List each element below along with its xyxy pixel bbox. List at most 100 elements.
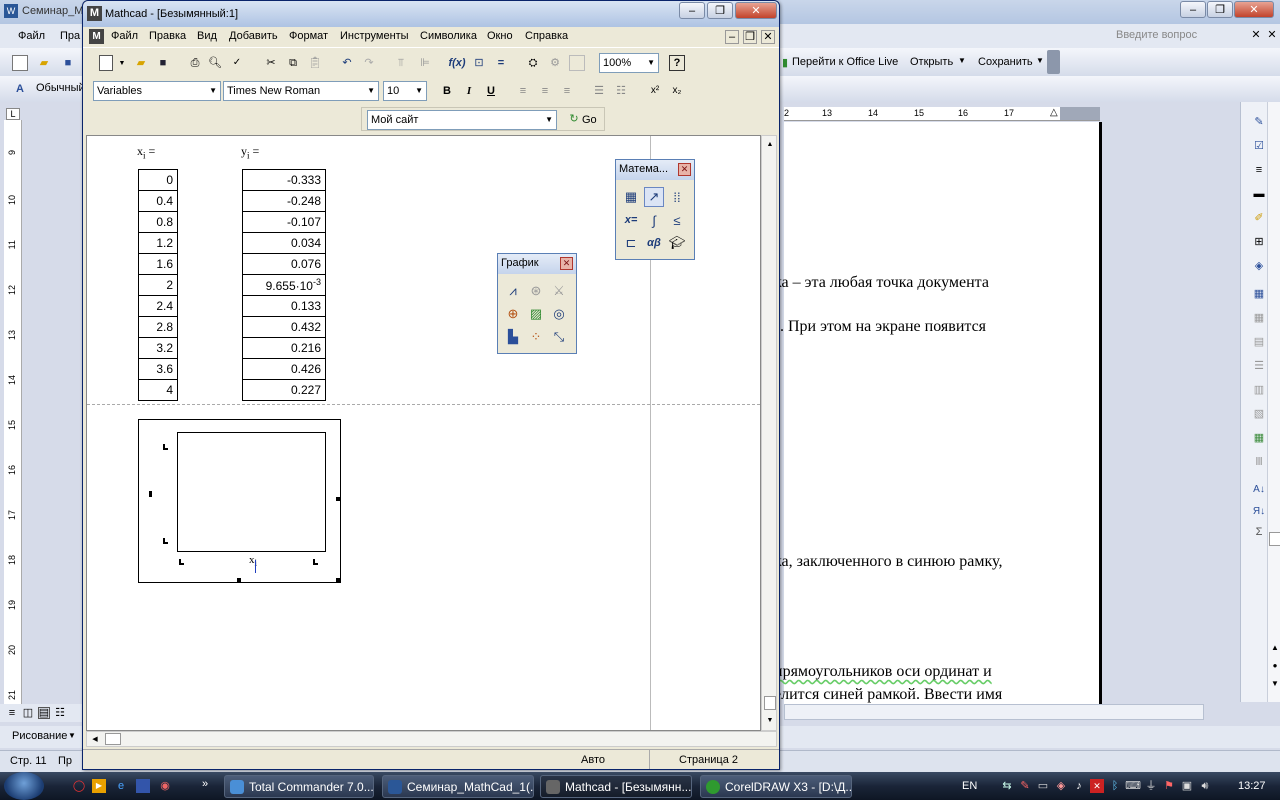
y-cell[interactable]: 0.432	[242, 316, 326, 338]
graph-palette-header[interactable]: График ✕	[498, 254, 576, 274]
bar-plot-icon[interactable]: ▙	[503, 327, 523, 347]
table-icon[interactable]: ▦	[1251, 286, 1267, 302]
tray-monitor-icon[interactable]: ▭	[1036, 779, 1050, 793]
underline-icon[interactable]: U	[483, 83, 499, 99]
scroll-up-icon[interactable]: ▲	[764, 138, 776, 150]
tray-sound-icon[interactable]: ♪	[1072, 779, 1086, 793]
word-close-button[interactable]: ✕	[1234, 1, 1274, 18]
y-axis-label-placeholder[interactable]	[149, 491, 152, 497]
spell-check-icon[interactable]: ✓	[229, 55, 245, 71]
sort-desc-icon[interactable]: Я↓	[1251, 504, 1267, 520]
x-eval-label[interactable]: xi =	[137, 144, 155, 160]
y-values-table[interactable]: -0.333 -0.248 -0.107 0.034 0.076 9.655·10-3 0.…	[242, 169, 326, 401]
y-min-placeholder[interactable]	[163, 538, 168, 544]
tray-keyboard-icon[interactable]: ⌨	[1125, 779, 1141, 793]
undo-icon[interactable]: ↶	[339, 55, 355, 71]
x-cell[interactable]: 0	[138, 169, 178, 191]
xy-plot-icon[interactable]: ⩘	[503, 281, 523, 301]
save-dropdown-icon[interactable]: ▼	[1036, 56, 1044, 65]
redo-icon[interactable]: ↷	[361, 55, 377, 71]
x-cell[interactable]: 2.4	[138, 295, 178, 317]
y-max-placeholder[interactable]	[163, 444, 168, 450]
word-vertical-scrollbar[interactable]: ▲ ● ▼	[1267, 102, 1280, 702]
evaluation-toolbar-icon[interactable]: x=	[621, 210, 641, 230]
calculus-toolbar-icon[interactable]: ∫	[644, 210, 664, 230]
insert-rows-icon[interactable]: ☰	[1251, 358, 1267, 374]
clock[interactable]: 13:27	[1238, 780, 1266, 792]
x-min-placeholder[interactable]	[179, 559, 184, 565]
superscript-icon[interactable]: x²	[647, 83, 663, 99]
fill-color-icon[interactable]: ◈	[1251, 258, 1267, 274]
outline-view-icon[interactable]: ☷	[54, 707, 66, 719]
merge-icon[interactable]: ▥	[1251, 382, 1267, 398]
resource-icon[interactable]: ⚙	[547, 55, 563, 71]
word-menu-edit[interactable]: Пра	[60, 30, 80, 42]
insert-unit-icon[interactable]: ⊡	[471, 55, 487, 71]
drawing-dropdown-icon[interactable]: ▼	[68, 731, 76, 740]
web-view-icon[interactable]: ◫	[22, 707, 34, 719]
menu-tools[interactable]: Инструменты	[340, 30, 409, 42]
cut-icon[interactable]: ✂	[263, 55, 279, 71]
y-cell[interactable]: -0.107	[242, 211, 326, 233]
tray-network-icon[interactable]: ⇆	[1000, 779, 1014, 793]
new-dropdown-icon[interactable]: ▼	[117, 56, 127, 70]
table-style-icon[interactable]: ▦	[1251, 430, 1267, 446]
open-folder-icon[interactable]: ▰	[36, 55, 52, 71]
xy-plot-region[interactable]: xi	[138, 419, 341, 583]
x-values-table[interactable]: 0 0.4 0.8 1.2 1.6 2 2.4 2.8 3.2 3.6 4	[138, 169, 178, 401]
mc-close-button[interactable]: ✕	[735, 2, 777, 19]
scatter-plot-icon[interactable]: ⁘	[526, 327, 546, 347]
sort-asc-icon[interactable]: A↓	[1251, 482, 1267, 498]
calculator-toolbar-icon[interactable]: ▦	[621, 187, 641, 207]
y-cell[interactable]: 9.655·10-3	[242, 274, 326, 296]
right-indent-marker[interactable]: △	[1050, 107, 1058, 118]
x-cell[interactable]: 0.8	[138, 211, 178, 233]
menu-file[interactable]: Файл	[111, 30, 138, 42]
calculate-icon[interactable]: =	[493, 55, 509, 71]
menu-edit[interactable]: Правка	[149, 30, 186, 42]
y-cell[interactable]: 0.216	[242, 337, 326, 359]
checklist-icon[interactable]: ☑	[1251, 138, 1267, 154]
table2-icon[interactable]: ▦	[1251, 310, 1267, 326]
scroll-thumb[interactable]	[1269, 532, 1280, 546]
x-cell[interactable]: 3.2	[138, 337, 178, 359]
close-icon[interactable]: ✕	[560, 257, 573, 270]
borders-icon[interactable]: ⊞	[1251, 234, 1267, 250]
style-combo[interactable]: Обычный	[36, 82, 85, 94]
doc-icon[interactable]: M	[89, 29, 104, 44]
word-maximize-button[interactable]: ❐	[1207, 1, 1233, 18]
programming-toolbar-icon[interactable]: ⊏	[621, 233, 641, 253]
word-menu-file[interactable]: Файл	[18, 30, 45, 42]
close-icon[interactable]: ✕	[678, 163, 691, 176]
resize-handle-corner[interactable]	[336, 578, 340, 582]
menu-window[interactable]: Окно	[487, 30, 513, 42]
font-combo[interactable]: Times New Roman ▼	[223, 81, 379, 101]
menu-format[interactable]: Формат	[289, 30, 328, 42]
x-cell[interactable]: 2	[138, 274, 178, 296]
chrome-icon[interactable]: ◉	[158, 779, 172, 793]
print-view-icon[interactable]: ▤	[38, 707, 50, 719]
worksheet-vertical-scrollbar[interactable]: ▲ ▼	[761, 135, 777, 731]
table3-icon[interactable]: ▤	[1251, 334, 1267, 350]
media-icon[interactable]: ▶	[92, 779, 106, 793]
word-document-page[interactable]	[784, 122, 1102, 704]
numbering-icon[interactable]: ☷	[613, 83, 629, 99]
task-mathcad[interactable]: Mathcad - [Безымянн...	[540, 775, 692, 798]
save-menu-button[interactable]: Сохранить	[978, 56, 1033, 68]
browse-object-icon[interactable]: ●	[1269, 660, 1280, 672]
word-close-doc-icon[interactable]: ✕	[1250, 29, 1262, 41]
surface-plot-icon[interactable]: ▨	[526, 304, 546, 324]
go-button[interactable]: Go	[582, 114, 597, 126]
bluetooth-icon[interactable]: ᛒ	[1108, 779, 1122, 793]
worksheet[interactable]: xi = yi = 0 0.4 0.8 1.2 1.6 2 2.4 2.8 3.2 3.6 4 -0…	[86, 135, 761, 731]
drawing-menu-button[interactable]: Рисование	[12, 730, 67, 742]
plot-area[interactable]	[177, 432, 326, 552]
size-combo[interactable]: 10 ▼	[383, 81, 427, 101]
go-arrow-icon[interactable]: ↻	[567, 111, 581, 127]
mc-maximize-button[interactable]: ❐	[707, 2, 733, 19]
x-cell[interactable]: 1.2	[138, 232, 178, 254]
insert-function-icon[interactable]: f(x)	[447, 55, 467, 71]
bold-icon[interactable]: B	[439, 83, 455, 99]
tab-selector-icon[interactable]: L	[6, 108, 20, 120]
new-doc-icon[interactable]	[12, 55, 28, 71]
